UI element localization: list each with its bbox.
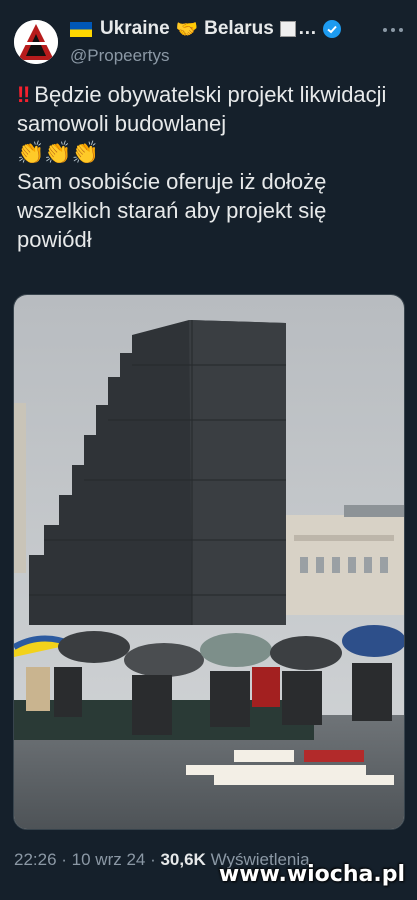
tweet-time[interactable]: 22:26 bbox=[14, 850, 57, 869]
display-name-left: Ukraine bbox=[100, 18, 170, 39]
white-square-icon bbox=[279, 21, 296, 37]
view-count: 30,6K bbox=[160, 850, 206, 869]
clapping-hands-icon: 👏👏👏 bbox=[17, 140, 100, 165]
handle[interactable]: @Propeertys bbox=[70, 46, 341, 66]
tweet-date[interactable]: 10 wrz 24 bbox=[72, 850, 146, 869]
tweet-line-2: Sam osobiście oferuje iż dołożę wszelkic… bbox=[17, 169, 327, 252]
handshake-icon: 🤝 bbox=[175, 18, 199, 39]
watermark: www.wiocha.pl bbox=[218, 862, 405, 887]
display-name[interactable]: Ukraine 🤝 Belarus … bbox=[70, 18, 341, 40]
double-exclamation-icon: ‼ bbox=[17, 82, 31, 107]
display-name-ellipsis: … bbox=[297, 18, 317, 39]
verified-badge-icon bbox=[322, 20, 341, 38]
tweet-header: Ukraine 🤝 Belarus … @Propeertys bbox=[14, 14, 403, 70]
meta-separator: · bbox=[56, 850, 72, 869]
avatar[interactable] bbox=[14, 20, 58, 64]
tweet-text: ‼ Będzie obywatelski projekt likwidacji s… bbox=[17, 80, 401, 254]
tweet-photo[interactable] bbox=[13, 294, 405, 830]
ukraine-flag-icon bbox=[70, 21, 92, 37]
monument-photo bbox=[14, 295, 404, 829]
more-options-icon[interactable] bbox=[383, 28, 403, 36]
tweet-line-1: Będzie obywatelski projekt likwidacji sa… bbox=[17, 82, 387, 136]
display-name-right: Belarus bbox=[204, 18, 274, 39]
meta-separator: · bbox=[145, 850, 161, 869]
